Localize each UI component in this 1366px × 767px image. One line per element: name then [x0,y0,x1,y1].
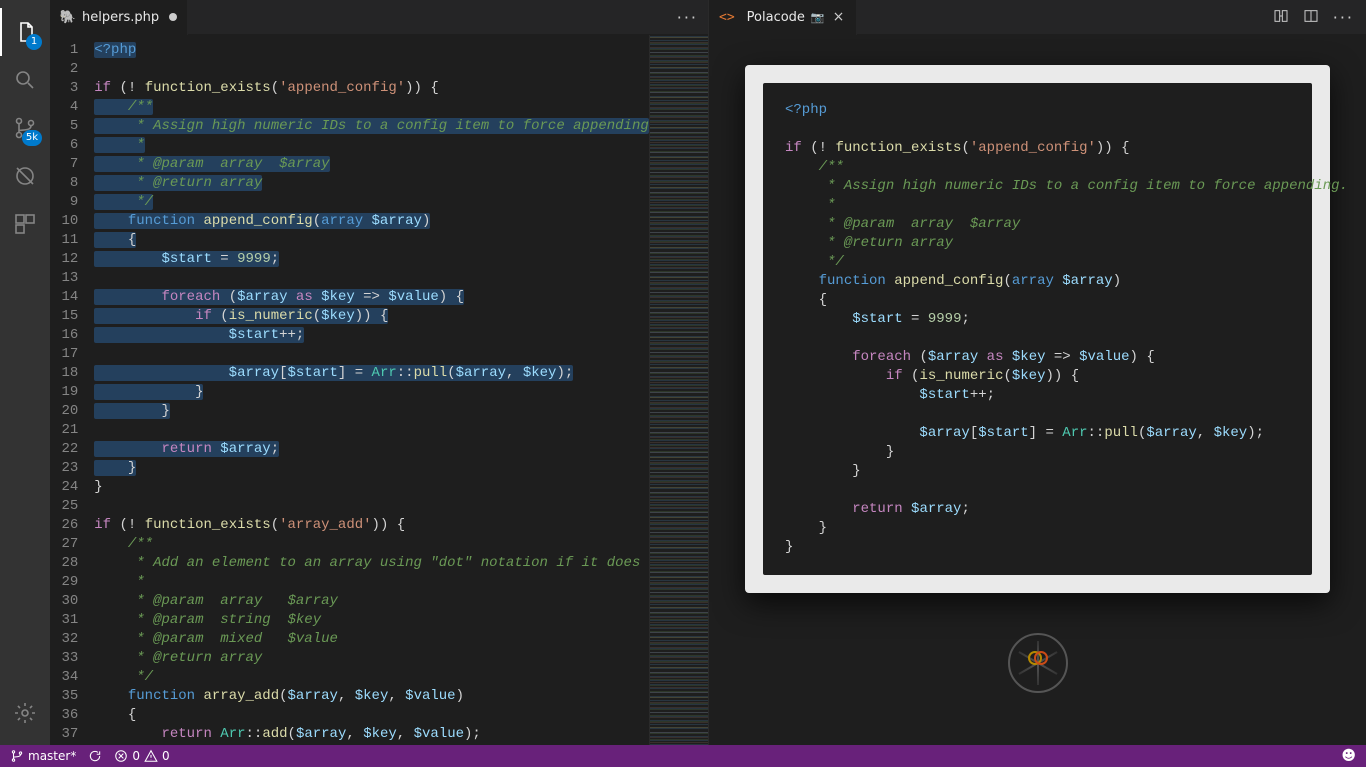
close-icon[interactable]: × [831,9,847,25]
polacode-stage: <?php if (! function_exists('append_conf… [709,35,1366,745]
editor-group-left: 🐘 helpers.php ··· 1234567891011121314151… [50,0,708,745]
polacode-more[interactable]: ··· [1333,8,1354,27]
scm-badge: 5k [22,130,42,146]
status-feedback[interactable]: ☻ [1341,748,1356,764]
line-gutter: 1234567891011121314151617181920212223242… [50,35,94,745]
polacode-tabbar: <> Polacode 📷 × ··· [709,0,1366,35]
editor-more-actions[interactable]: ··· [677,8,708,27]
php-icon: 🐘 [60,9,76,25]
tab-polacode[interactable]: <> Polacode 📷 × [709,0,857,35]
sync-icon [88,749,102,763]
status-sync[interactable] [88,749,102,763]
dirty-indicator-icon [169,13,177,21]
code-content[interactable]: <?php if (! function_exists('append_conf… [94,35,649,745]
activity-explorer[interactable]: 1 [0,8,50,56]
tab-helpers-php[interactable]: 🐘 helpers.php [50,0,188,35]
split-diff-icon[interactable] [1273,8,1289,24]
tab-label: helpers.php [82,10,159,25]
shutter-button[interactable] [1008,633,1068,693]
warning-count: 0 [162,749,170,763]
polacode-actions: ··· [1273,8,1366,27]
explorer-badge: 1 [26,34,42,50]
editor-tabbar: 🐘 helpers.php ··· [50,0,708,35]
bug-icon [13,164,37,188]
camera-icon: 📷 [811,11,825,24]
code-editor[interactable]: 1234567891011121314151617181920212223242… [50,35,708,745]
status-branch[interactable]: master* [10,749,76,763]
activity-scm[interactable]: 5k [0,104,50,152]
split-editor-icon[interactable] [1303,8,1319,24]
polacode-code: <?php if (! function_exists('append_conf… [763,83,1312,575]
activity-settings[interactable] [0,689,50,737]
warning-icon [144,749,158,763]
smile-icon: ☻ [1341,748,1356,764]
error-count: 0 [132,749,140,763]
editor-group-right: <> Polacode 📷 × ··· <?php if (! function… [708,0,1366,745]
error-icon [114,749,128,763]
polacode-icon: <> [719,10,735,25]
status-bar: master* 0 0 ☻ [0,745,1366,767]
branch-icon [10,749,24,763]
polacode-card: <?php if (! function_exists('append_conf… [745,65,1330,593]
search-icon [13,68,37,92]
activity-debug[interactable] [0,152,50,200]
activity-bar: 1 5k [0,0,50,745]
activity-extensions[interactable] [0,200,50,248]
branch-label: master* [28,749,76,763]
tab-label: Polacode [747,10,805,25]
extensions-icon [13,212,37,236]
shutter-icon [1016,641,1060,685]
gear-icon [13,701,37,725]
activity-search[interactable] [0,56,50,104]
minimap[interactable] [649,35,708,745]
status-problems[interactable]: 0 0 [114,749,169,763]
